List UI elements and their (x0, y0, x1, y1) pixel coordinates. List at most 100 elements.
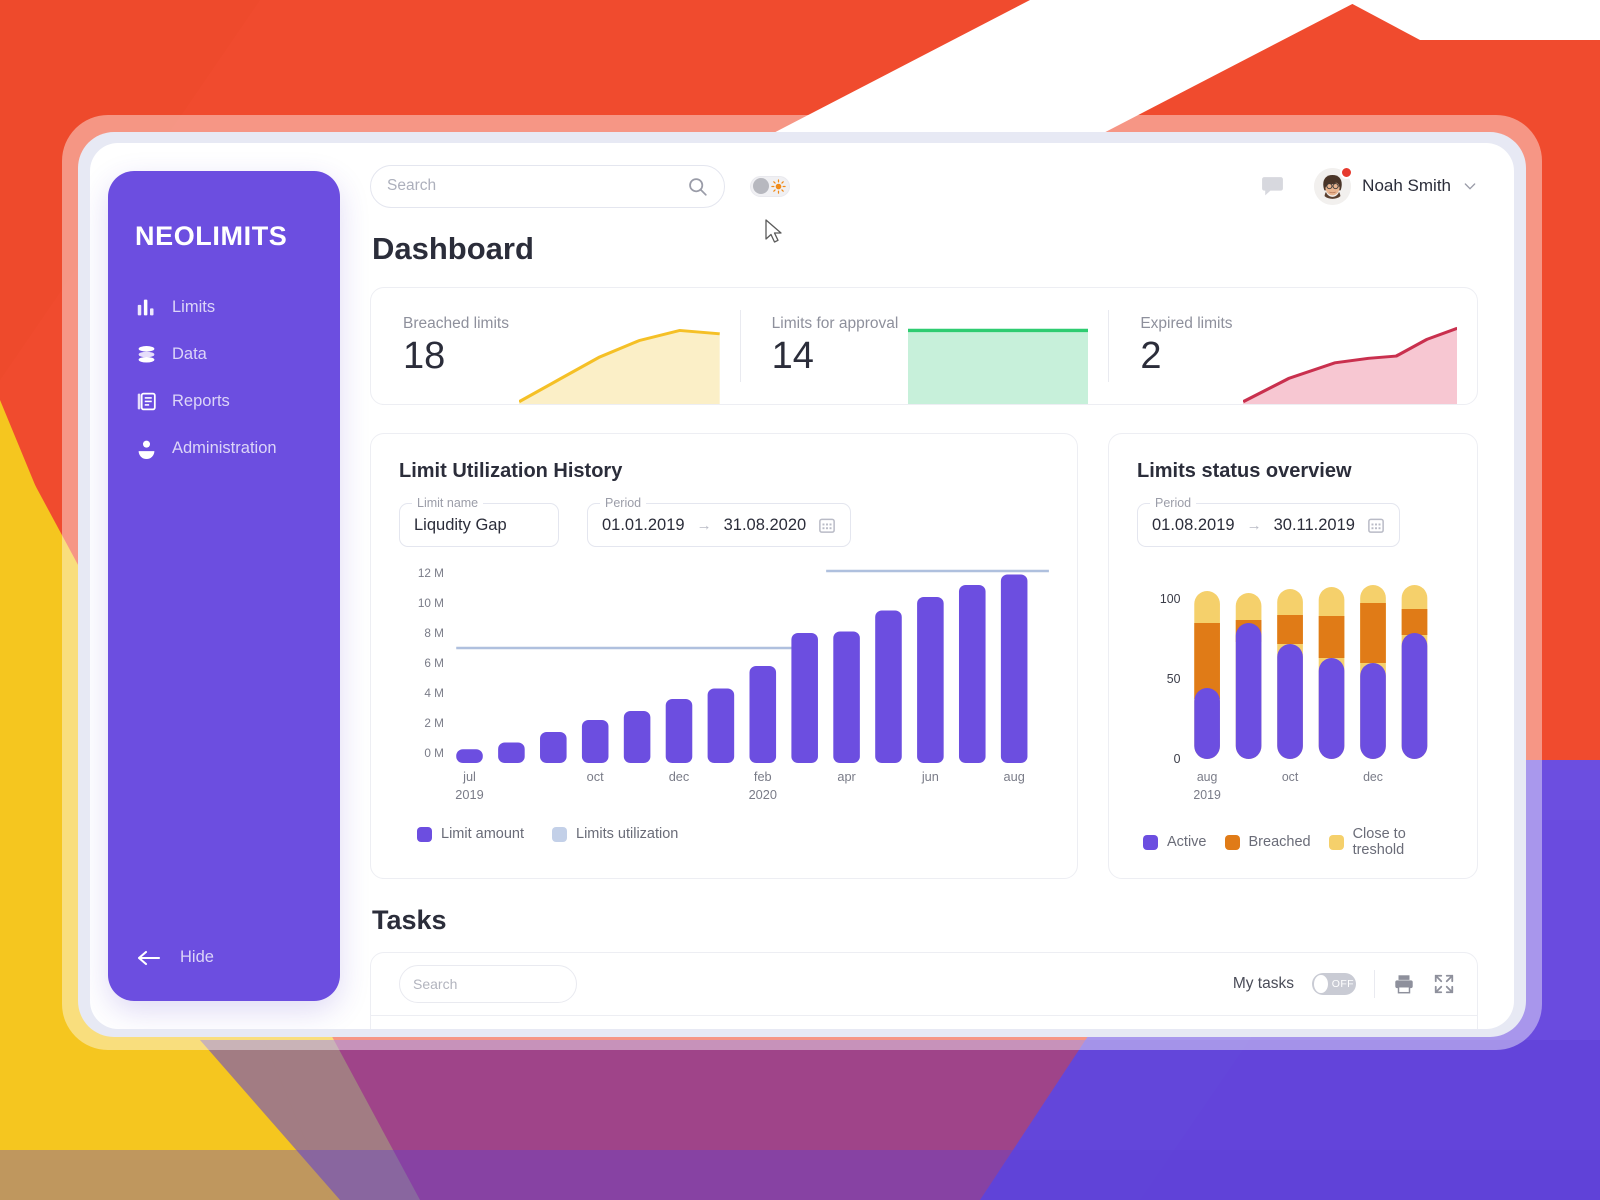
tasks-table-header: Task № Task date Type Expiration date Re… (371, 1015, 1477, 1029)
svg-text:0: 0 (1174, 752, 1181, 766)
expired-limits-sparkline (1243, 326, 1458, 404)
limit-utilization-controls: Limit name Liqudity Gap Period 01.01.201… (399, 503, 1053, 547)
legend-item: Close to treshold (1329, 826, 1453, 858)
legend-label: Close to treshold (1353, 826, 1453, 858)
stacked-bar (1194, 591, 1220, 759)
chevron-down-icon[interactable] (1462, 178, 1478, 194)
period-to: 30.11.2019 (1274, 516, 1355, 535)
user-menu[interactable]: Noah Smith (1314, 168, 1478, 205)
sidebar-hide-button[interactable]: Hide (108, 948, 340, 1001)
limit-name-value: Liqudity Gap (414, 516, 507, 535)
tasks-title: Tasks (372, 905, 1478, 936)
main-content: Noah Smith Dashboard Breached limits 18 (340, 143, 1514, 1029)
svg-text:dec: dec (669, 770, 690, 784)
legend-swatch (1143, 835, 1158, 850)
global-search[interactable] (370, 165, 725, 208)
status-period-picker[interactable]: Period 01.08.2019 → 30.11.2019 (1137, 503, 1400, 547)
sidebar: NEOLIMITS Limits Data (108, 171, 340, 1001)
kpi-value: 2 (1140, 337, 1232, 377)
period-from: 01.08.2019 (1152, 516, 1235, 535)
svg-text:dec: dec (1363, 770, 1383, 784)
svg-text:12 M: 12 M (418, 567, 444, 580)
limits-status-legend: Active Breached Close to treshold (1137, 826, 1453, 858)
legend-item: Limits utilization (552, 826, 678, 842)
svg-text:50: 50 (1167, 672, 1181, 686)
svg-text:2019: 2019 (455, 788, 483, 802)
my-tasks-toggle[interactable]: OFF (1312, 973, 1356, 995)
legend-swatch (552, 827, 567, 842)
search-input[interactable] (387, 177, 687, 195)
period-arrow: → (1247, 517, 1262, 534)
kpi-label: Limits for approval (772, 315, 899, 333)
limit-utilization-card: Limit Utilization History Limit name Liq… (370, 433, 1078, 879)
limit-utilization-title: Limit Utilization History (399, 460, 1053, 483)
bar-chart-icon (136, 297, 157, 318)
stacked-bar (1360, 585, 1386, 759)
svg-text:2019: 2019 (1193, 788, 1221, 802)
svg-text:apr: apr (837, 770, 855, 784)
svg-text:10 M: 10 M (418, 597, 444, 610)
tasks-toolbar: My tasks OFF (371, 953, 1477, 1015)
mouse-cursor (765, 219, 785, 247)
sidebar-item-label: Limits (172, 298, 215, 317)
topbar: Noah Smith (370, 143, 1478, 229)
sidebar-item-reports[interactable]: Reports (108, 378, 340, 425)
legend-swatch (1329, 835, 1344, 850)
chevron-down-icon[interactable] (526, 518, 544, 533)
limits-for-approval-sparkline (908, 326, 1088, 404)
breached-limits-sparkline (519, 326, 720, 404)
kpi-expired-limits: Expired limits 2 (1108, 288, 1477, 404)
print-icon[interactable] (1393, 973, 1415, 995)
stacked-bar (1402, 585, 1428, 759)
sidebar-item-label: Data (172, 345, 207, 364)
my-tasks-label: My tasks (1233, 975, 1294, 993)
kpi-label: Breached limits (403, 315, 509, 333)
tasks-search-input[interactable] (413, 976, 594, 992)
legend-label: Limits utilization (576, 826, 678, 842)
theme-toggle-knob (753, 178, 769, 194)
sidebar-hide-label: Hide (180, 948, 214, 967)
user-name: Noah Smith (1362, 176, 1451, 196)
svg-text:jun: jun (921, 770, 939, 784)
svg-text:aug: aug (1197, 770, 1218, 784)
avatar (1314, 168, 1351, 205)
sidebar-item-label: Administration (172, 439, 277, 458)
svg-text:6 M: 6 M (424, 657, 444, 670)
page-title: Dashboard (372, 231, 1478, 267)
limits-status-controls: Period 01.08.2019 → 30.11.2019 (1137, 503, 1453, 547)
search-icon (687, 176, 708, 197)
calendar-icon[interactable] (1367, 516, 1385, 534)
kpi-breached-limits: Breached limits 18 (371, 288, 740, 404)
chat-icon[interactable] (1260, 174, 1285, 199)
application-window: NEOLIMITS Limits Data (90, 143, 1514, 1029)
kpi-card-row: Breached limits 18 Limits for approval 1… (370, 287, 1478, 405)
sun-icon (771, 179, 786, 194)
svg-text:oct: oct (1282, 770, 1299, 784)
legend-item: Limit amount (417, 826, 524, 842)
limit-name-select[interactable]: Limit name Liqudity Gap (399, 503, 559, 547)
limits-status-card: Limits status overview Period 01.08.2019… (1108, 433, 1478, 879)
legend-label: Breached (1249, 834, 1311, 850)
legend-swatch (1225, 835, 1240, 850)
legend-label: Active (1167, 834, 1207, 850)
utilization-period-picker[interactable]: Period 01.01.2019 → 31.08.2020 (587, 503, 851, 547)
tasks-toolbar-right: My tasks OFF (1233, 970, 1455, 998)
charts-row: Limit Utilization History Limit name Liq… (370, 433, 1478, 879)
svg-text:oct: oct (587, 770, 605, 784)
sidebar-item-data[interactable]: Data (108, 331, 340, 378)
limits-status-title: Limits status overview (1137, 460, 1453, 483)
fullscreen-icon[interactable] (1433, 973, 1455, 995)
sidebar-item-limits[interactable]: Limits (108, 284, 340, 331)
period-legend: Period (1150, 496, 1196, 510)
period-arrow: → (697, 517, 712, 534)
legend-swatch (417, 827, 432, 842)
calendar-icon[interactable] (818, 516, 836, 534)
tasks-search[interactable] (399, 965, 577, 1003)
period-from: 01.01.2019 (602, 516, 685, 535)
toolbar-divider (1374, 970, 1375, 998)
theme-toggle[interactable] (750, 176, 790, 197)
stacked-bar (1277, 589, 1303, 759)
sidebar-item-administration[interactable]: Administration (108, 425, 340, 472)
limit-utilization-chart: 12 M 10 M 8 M 6 M 4 M 2 M 0 M (399, 563, 1053, 811)
svg-text:2020: 2020 (749, 788, 777, 802)
